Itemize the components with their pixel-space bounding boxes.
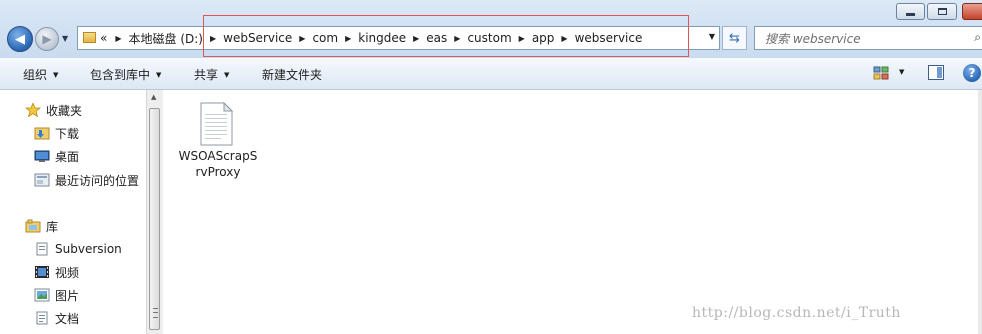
arrow-left-icon: ◀	[15, 31, 25, 47]
chevron-right-icon[interactable]: ▶	[210, 34, 216, 43]
search-input[interactable]	[763, 28, 967, 50]
chevron-right-icon[interactable]: ▶	[299, 34, 305, 43]
scrollbar-thumb[interactable]	[149, 108, 160, 330]
watermark: http://blog.csdn.net/i_Truth	[692, 305, 901, 321]
view-options-dropdown[interactable]: ▼	[899, 68, 904, 76]
chevron-down-icon: ▼	[53, 71, 59, 79]
search-icon[interactable]: ⌕	[974, 30, 981, 45]
breadcrumb-item[interactable]: app	[532, 31, 555, 45]
document-icon	[200, 102, 233, 146]
star-icon	[25, 103, 41, 117]
breadcrumb: « ▶ 本地磁盘 (D:) ▶ webService ▶ com ▶ kingd…	[100, 27, 642, 49]
document-library-icon	[36, 242, 48, 256]
desktop-icon	[34, 150, 50, 162]
arrow-right-icon: ▶	[42, 32, 52, 46]
scrollbar-grip	[153, 308, 158, 318]
recent-pages-dropdown[interactable]: ▼	[62, 34, 68, 43]
close-button[interactable]	[962, 3, 982, 20]
maximize-button[interactable]	[927, 3, 957, 20]
new-folder-button[interactable]: 新建文件夹	[262, 66, 322, 83]
chevron-down-icon: ▼	[156, 71, 162, 79]
breadcrumb-overflow[interactable]: «	[100, 31, 107, 45]
breadcrumb-item[interactable]: webService	[223, 31, 292, 45]
chevron-right-icon[interactable]: ▶	[345, 34, 351, 43]
content-scrollbar[interactable]	[978, 90, 982, 334]
sidebar-item-recent-places[interactable]: 最近访问的位置	[34, 170, 139, 190]
recent-places-icon	[34, 173, 50, 187]
file-item[interactable]: WSOAScrapSrvProxy	[178, 100, 258, 180]
sidebar-item-libraries[interactable]: 库	[25, 216, 58, 236]
include-in-library-menu[interactable]: 包含到库中 ▼	[90, 66, 161, 83]
breadcrumb-item[interactable]: 本地磁盘 (D:)	[129, 30, 203, 47]
breadcrumb-item[interactable]: kingdee	[358, 31, 406, 45]
breadcrumb-item[interactable]: custom	[467, 31, 511, 45]
minimize-icon	[906, 13, 915, 16]
chevron-right-icon[interactable]: ▶	[413, 34, 419, 43]
chevron-down-icon: ▼	[224, 71, 230, 79]
address-bar[interactable]: « ▶ 本地磁盘 (D:) ▶ webService ▶ com ▶ kingd…	[77, 26, 720, 50]
change-view-icon[interactable]	[873, 66, 889, 81]
chevron-right-icon[interactable]: ▶	[561, 34, 567, 43]
folder-icon	[83, 32, 96, 43]
sidebar-item-pictures[interactable]: 图片	[34, 285, 79, 305]
downloads-folder-icon	[34, 127, 50, 140]
breadcrumb-item[interactable]: eas	[426, 31, 447, 45]
back-button[interactable]: ◀	[7, 26, 33, 52]
library-icon	[25, 219, 41, 233]
sidebar-item-subversion[interactable]: Subversion	[34, 239, 122, 259]
sidebar-item-documents[interactable]: 文档	[34, 308, 79, 328]
search-box[interactable]: ⌕	[754, 26, 982, 50]
refresh-icon: ⇆	[729, 30, 740, 46]
chevron-right-icon[interactable]: ▶	[454, 34, 460, 43]
maximize-icon	[937, 8, 947, 15]
navigation-pane-scrollbar[interactable]: ▲	[146, 90, 163, 334]
scroll-up-icon[interactable]: ▲	[151, 93, 156, 101]
sidebar-item-videos[interactable]: 视频	[34, 262, 79, 282]
help-icon[interactable]: ?	[963, 64, 981, 82]
sidebar-item-downloads[interactable]: 下载	[34, 123, 79, 143]
organize-menu[interactable]: 组织 ▼	[23, 66, 58, 83]
minimize-button[interactable]	[896, 3, 925, 20]
refresh-button[interactable]: ⇆	[722, 26, 747, 50]
sidebar-item-desktop[interactable]: 桌面	[34, 146, 79, 166]
sidebar-item-favorites[interactable]: 收藏夹	[25, 100, 82, 120]
picture-icon	[34, 288, 50, 302]
share-menu[interactable]: 共享 ▼	[194, 66, 229, 83]
chevron-right-icon: ▶	[115, 33, 122, 43]
breadcrumb-item[interactable]: webservice	[575, 31, 643, 45]
chevron-right-icon[interactable]: ▶	[519, 34, 525, 43]
file-list-area[interactable]	[163, 90, 982, 334]
forward-button[interactable]: ▶	[35, 27, 59, 51]
address-history-dropdown[interactable]: ▼	[709, 32, 715, 41]
video-icon	[35, 266, 49, 278]
preview-pane-icon[interactable]	[928, 65, 944, 80]
breadcrumb-item[interactable]: com	[312, 31, 338, 45]
file-name: WSOAScrapSrvProxy	[178, 149, 258, 179]
documents-icon	[36, 311, 48, 325]
